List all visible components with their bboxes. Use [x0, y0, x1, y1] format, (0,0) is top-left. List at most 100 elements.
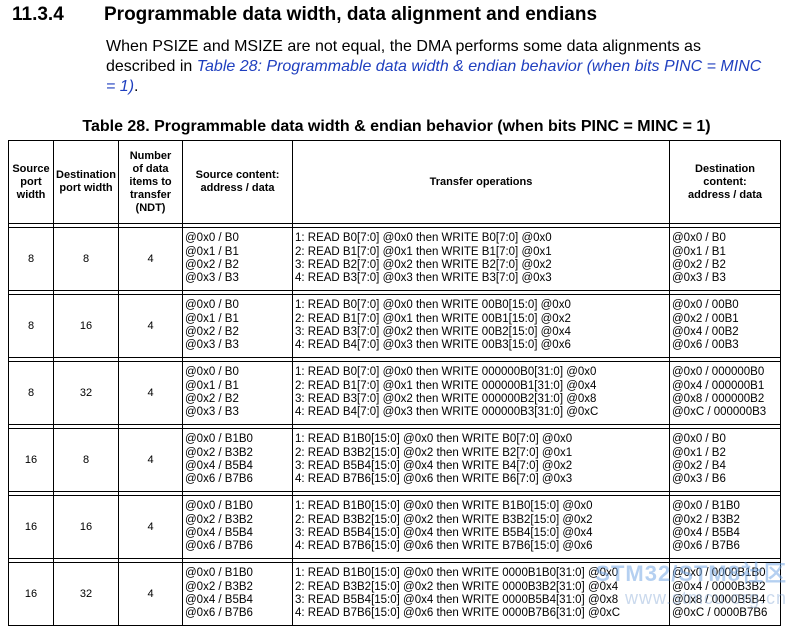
header-transfer-ops: Transfer operations: [292, 140, 670, 224]
dest-content-cell-line: @0x6 / 00B3: [672, 339, 739, 352]
table-header-row: Source port width Destination port width Nu…: [8, 140, 781, 224]
section-title: Programmable data width, data alignment …: [104, 4, 598, 25]
source-width-cell: 8: [8, 294, 54, 358]
dest-content-cell-line: @0x4 / 000000B1: [672, 379, 765, 392]
watermark: STM32/STM8社区 www.stmcu.org.cn: [595, 556, 787, 609]
source-content-cell-line: @0x4 / B5B4: [185, 594, 253, 606]
table-row: 16 8 4 @0x0 / B1B0 @0x2 / B3B2 @0x4 / B5B4 @0x…: [8, 428, 781, 492]
header-label-line: Transfer operations: [429, 175, 533, 188]
source-width-cell: 8: [8, 227, 54, 291]
transfer-ops-cell-line: 3: READ B5B4[15:0] @0x4 then WRITE B4[7:…: [295, 460, 573, 472]
source-width-cell: 16: [8, 562, 54, 626]
ndt-cell: 4: [118, 361, 183, 425]
intro-paragraph: When PSIZE and MSIZE are not equal, the …: [106, 37, 766, 97]
source-content-cell-line: @0x1 / B1: [185, 312, 239, 325]
ndt-cell: 4: [118, 294, 183, 358]
dest-content-cell-line: @0x0 / 00B0: [672, 299, 739, 312]
transfer-ops-cell-line: 4: READ B7B6[15:0] @0x6 then WRITE 0000B…: [295, 607, 621, 620]
source-width-cell: 16: [8, 428, 54, 492]
source-content-cell-line: @0x3 / B3: [185, 406, 239, 419]
dest-content-cell-line: @0x0 / B1B0: [672, 500, 740, 513]
header-label-line: Destination: [56, 169, 116, 181]
dest-content-cell: @0x0 / B0 @0x1 / B2 @0x2 / B4 @0x3 / B6: [669, 428, 781, 492]
header-label-line: Number: [129, 149, 172, 162]
source-content-cell-line: @0x0 / B0: [185, 232, 239, 245]
transfer-ops-cell-line: 1: READ B0[7:0] @0x0 then WRITE B0[7:0] …: [295, 232, 552, 245]
source-content-cell-line: @0x4 / B5B4: [185, 460, 253, 472]
dest-content-cell-line: @0x1 / B2: [672, 446, 726, 459]
dest-content-cell: @0x0 / B0 @0x1 / B1 @0x2 / B2 @0x3 / B3: [669, 227, 781, 291]
dest-width-cell: 16: [53, 294, 119, 358]
dest-content-cell-line: @0xC / 000000B3: [672, 406, 767, 419]
section-number: 11.3.4: [12, 4, 64, 25]
dest-content-cell-line: @0xC / 0000B7B6: [672, 607, 768, 620]
ndt-cell: 4: [118, 428, 183, 492]
header-label-line: port: [20, 175, 42, 188]
transfer-ops-cell: 1: READ B0[7:0] @0x0 then WRITE B0[7:0] …: [292, 227, 670, 291]
header-ndt: Number of data items to transfer (NDT): [118, 140, 183, 224]
header-label-line: of data: [132, 162, 169, 175]
table-row: 8 8 4 @0x0 / B0 @0x1 / B1 @0x2 / B2 @0x3 / B3 1…: [8, 227, 781, 291]
dest-content-cell-line: @0x6 / B7B6: [672, 540, 740, 553]
source-content-cell-line: @0x0 / B1B0: [185, 567, 253, 580]
source-content-cell-line: @0x0 / B1B0: [185, 433, 253, 446]
dest-content-cell-line: @0x3 / B3: [672, 272, 726, 285]
transfer-ops-cell-line: 3: READ B5B4[15:0] @0x4 then WRITE B5B4[…: [295, 527, 593, 539]
source-content-cell-line: @0x2 / B3B2: [185, 580, 253, 593]
dest-content-cell-line: @0x2 / B2: [672, 259, 726, 271]
transfer-ops-cell-line: 4: READ B7B6[15:0] @0x6 then WRITE B7B6[…: [295, 540, 593, 553]
dest-content-cell: @0x0 / 00B0 @0x2 / 00B1 @0x4 / 00B2 @0x6 / …: [669, 294, 781, 358]
source-content-cell-line: @0x6 / B7B6: [185, 473, 253, 486]
source-content-cell: @0x0 / B1B0 @0x2 / B3B2 @0x4 / B5B4 @0x6 / …: [182, 562, 293, 626]
transfer-ops-cell-line: 2: READ B1[7:0] @0x1 then WRITE 000000B1…: [295, 379, 597, 392]
dest-width-cell: 32: [53, 361, 119, 425]
transfer-ops-cell-line: 2: READ B3B2[15:0] @0x2 then WRITE B3B2[…: [295, 513, 593, 526]
source-width-cell: 16: [8, 495, 54, 559]
source-content-cell-line: @0x6 / B7B6: [185, 540, 253, 553]
header-label-line: address / data: [200, 182, 275, 194]
dest-width-cell: 8: [53, 428, 119, 492]
dest-content-cell-line: @0x4 / B5B4: [672, 527, 740, 539]
dest-content-cell-line: @0x0 / B0: [672, 433, 726, 446]
dest-content-cell-line: @0x1 / B1: [672, 245, 726, 258]
header-source-width: Source port width: [8, 140, 54, 224]
dest-content-cell-line: @0x2 / 00B1: [672, 312, 739, 325]
dest-width-cell: 8: [53, 227, 119, 291]
dest-content-cell-line: @0x0 / B0: [672, 232, 726, 245]
dest-content-cell: @0x0 / B1B0 @0x2 / B3B2 @0x4 / B5B4 @0x6 / …: [669, 495, 781, 559]
dest-content-cell-line: @0x2 / B3B2: [672, 513, 740, 526]
source-content-cell-line: @0x1 / B1: [185, 245, 239, 258]
header-dest-width: Destination port width: [53, 140, 119, 224]
source-content-cell-line: @0x6 / B7B6: [185, 607, 253, 620]
source-width-cell: 8: [8, 361, 54, 425]
ndt-cell: 4: [118, 227, 183, 291]
dest-content-cell: @0x0 / 000000B0 @0x4 / 000000B1 @0x8 / 000…: [669, 361, 781, 425]
header-dest-content: Destination content: address / data: [669, 140, 781, 224]
ndt-cell: 4: [118, 562, 183, 626]
header-label-line: address / data: [688, 188, 762, 201]
transfer-ops-cell-line: 3: READ B3[7:0] @0x2 then WRITE 000000B2…: [295, 393, 597, 405]
source-content-cell-line: @0x2 / B2: [185, 393, 239, 405]
transfer-ops-cell-line: 2: READ B1[7:0] @0x1 then WRITE 00B1[15:…: [295, 312, 571, 325]
transfer-ops-cell: 1: READ B1B0[15:0] @0x0 then WRITE B1B0[…: [292, 495, 670, 559]
source-content-cell-line: @0x0 / B1B0: [185, 500, 253, 513]
header-label-line: port width: [59, 182, 113, 194]
transfer-ops-cell: 1: READ B0[7:0] @0x0 then WRITE 000000B0…: [292, 361, 670, 425]
transfer-ops-cell-line: 4: READ B7B6[15:0] @0x6 then WRITE B6[7:…: [295, 473, 573, 486]
transfer-ops-cell-line: 1: READ B0[7:0] @0x0 then WRITE 00B0[15:…: [295, 299, 571, 312]
source-content-cell: @0x0 / B1B0 @0x2 / B3B2 @0x4 / B5B4 @0x6 / …: [182, 495, 293, 559]
header-label-line: (NDT): [135, 201, 166, 214]
table-row: 16 16 4 @0x0 / B1B0 @0x2 / B3B2 @0x4 / B5B4 @0…: [8, 495, 781, 559]
watermark-url: www.stmcu.org.cn: [624, 588, 787, 608]
transfer-ops-cell-line: 2: READ B3B2[15:0] @0x2 then WRITE B2[7:…: [295, 446, 573, 459]
dest-content-cell-line: @0x8 / 000000B2: [672, 393, 765, 405]
table-reference-link[interactable]: Table 28: Programmable data width & endi…: [106, 58, 761, 95]
source-content-cell-line: @0x3 / B3: [185, 339, 239, 352]
source-content-cell: @0x0 / B1B0 @0x2 / B3B2 @0x4 / B5B4 @0x6 / …: [182, 428, 293, 492]
transfer-ops-cell: 1: READ B0[7:0] @0x0 then WRITE 00B0[15:…: [292, 294, 670, 358]
table-row: 8 32 4 @0x0 / B0 @0x1 / B1 @0x2 / B2 @0x3 / B3…: [8, 361, 781, 425]
source-content-cell: @0x0 / B0 @0x1 / B1 @0x2 / B2 @0x3 / B3: [182, 294, 293, 358]
header-label-line: width: [16, 188, 46, 201]
transfer-ops-cell-line: 3: READ B2[7:0] @0x2 then WRITE B2[7:0] …: [295, 259, 552, 271]
transfer-ops-cell: 1: READ B1B0[15:0] @0x0 then WRITE B0[7:…: [292, 428, 670, 492]
